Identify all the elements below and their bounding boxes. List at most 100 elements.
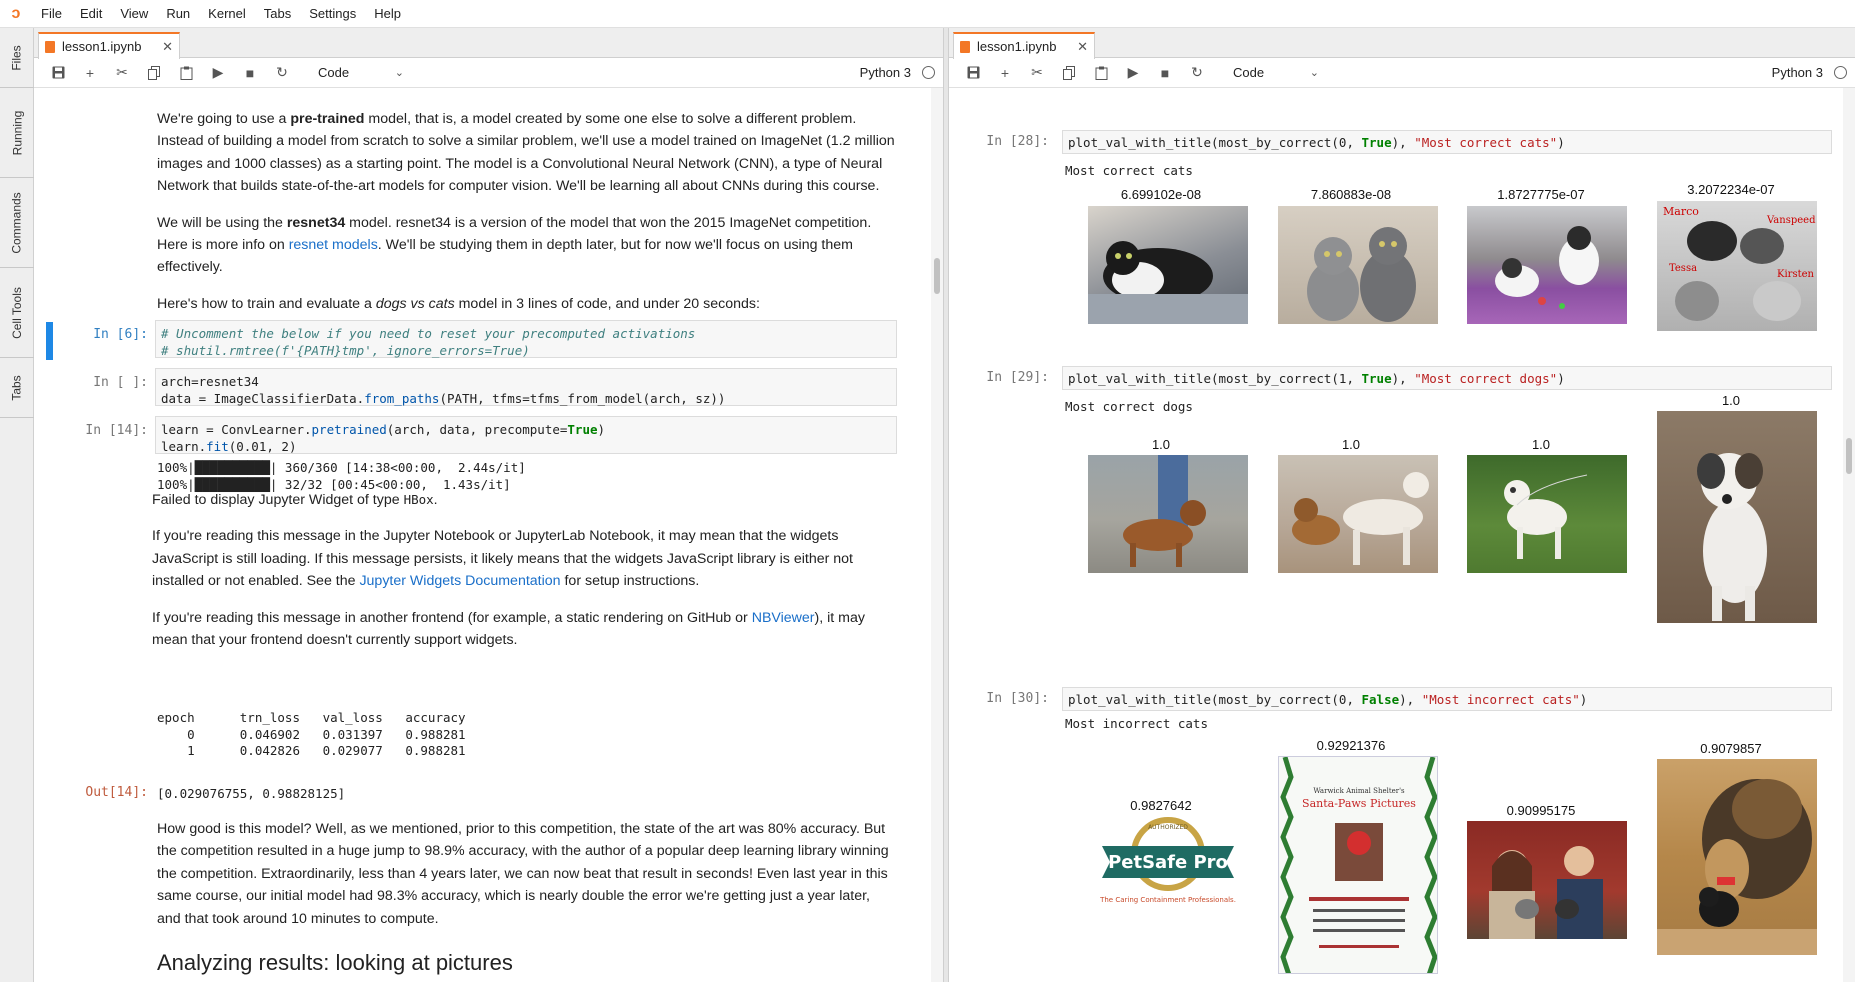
markdown-cell[interactable]: We're going to use a pre-trained model, … (157, 108, 897, 329)
notebook-content[interactable]: We're going to use a pre-trained model, … (34, 88, 931, 982)
chevron-down-icon: ⌄ (394, 67, 404, 79)
code-cell-input[interactable]: # Uncomment the below if you need to res… (155, 320, 897, 358)
save-icon[interactable] (42, 61, 74, 85)
scrollbar-thumb[interactable] (934, 258, 940, 294)
tab-bar: lesson1.ipynb ✕ (34, 28, 943, 59)
code-text: learn = ConvLearner. (161, 422, 312, 437)
kernel-idle-icon (922, 66, 935, 79)
stop-icon[interactable]: ■ (234, 61, 266, 85)
code-cell-input[interactable]: plot_val_with_title(most_by_correct(1, T… (1062, 366, 1832, 390)
code-text: plot_val_with_title(most_by_correct(0, (1068, 692, 1362, 707)
add-cell-icon[interactable]: + (74, 61, 106, 85)
dog-image (1088, 455, 1248, 573)
run-icon[interactable]: ▶ (1117, 61, 1149, 85)
menu-kernel[interactable]: Kernel (199, 0, 255, 28)
code-line: arch=resnet34 (161, 374, 259, 389)
notebook-content[interactable]: In [28]: plot_val_with_title(most_by_cor… (949, 88, 1843, 982)
text: We will be using the (157, 214, 287, 231)
output-value: [0.029076755, 0.98828125] (157, 786, 346, 801)
code-cell-input[interactable]: plot_val_with_title(most_by_correct(0, F… (1062, 687, 1832, 711)
cut-icon[interactable]: ✂ (1021, 61, 1053, 85)
scrollbar[interactable] (1843, 88, 1855, 982)
stop-icon[interactable]: ■ (1149, 61, 1181, 85)
kernel-name[interactable]: Python 3 (1772, 58, 1823, 88)
code-text: ) (1557, 135, 1565, 150)
paragraph: Here's how to train and evaluate a dogs … (157, 293, 897, 315)
petsafe-ring-text: AUTHORIZED (1148, 824, 1188, 831)
score-label: 1.0 (1531, 437, 1551, 452)
score-label: 7.860883e-08 (1310, 187, 1392, 202)
restart-icon[interactable]: ↻ (1181, 61, 1213, 85)
code-cell-input[interactable]: plot_val_with_title(most_by_correct(0, T… (1062, 130, 1832, 154)
save-icon[interactable] (957, 61, 989, 85)
sidebar-tab-running[interactable]: Running (0, 88, 34, 178)
tab-lesson1-left[interactable]: lesson1.ipynb ✕ (38, 32, 180, 59)
code-cell-input[interactable]: arch=resnet34 data = ImageClassifierData… (155, 368, 897, 406)
restart-icon[interactable]: ↻ (266, 61, 298, 85)
dog-image (1278, 455, 1438, 573)
jupyter-logo-icon: ↄ (11, 4, 21, 22)
sidebar-tab-tabs[interactable]: Tabs (0, 358, 34, 418)
left-sidebar: Files Running Commands Cell Tools Tabs (0, 28, 34, 982)
menubar: ↄ File Edit View Run Kernel Tabs Setting… (0, 0, 1855, 28)
output-prompt: Out[14]: (85, 785, 148, 800)
code-function: pretrained (311, 422, 387, 437)
code-comment: # Uncomment the below if you need to res… (161, 326, 696, 341)
menu-file[interactable]: File (32, 0, 71, 28)
code-text: (arch, data, precompute= (386, 422, 568, 437)
run-icon[interactable]: ▶ (202, 61, 234, 85)
scrollbar-thumb[interactable] (1846, 438, 1852, 474)
progress-output: 100%|██████████| 360/360 [14:38<00:00, 2… (157, 459, 526, 493)
flyer-org: Warwick Animal Shelter's (1313, 787, 1405, 795)
code-cell-input[interactable]: learn = ConvLearner.pretrained(arch, dat… (155, 416, 897, 454)
menu-run[interactable]: Run (157, 0, 199, 28)
code-text: ) (1557, 371, 1565, 386)
markdown-cell[interactable]: How good is this model? Well, as we ment… (157, 818, 897, 944)
sidebar-tab-label: Running (10, 110, 25, 155)
code-keyword: True (1361, 135, 1392, 150)
menu-edit[interactable]: Edit (71, 0, 111, 28)
cat-image (1088, 206, 1248, 324)
active-cell-indicator (46, 322, 53, 360)
score-label: 6.699102e-08 (1120, 187, 1202, 202)
widget-message: Failed to display Jupyter Widget of type… (152, 489, 902, 665)
paste-icon[interactable] (170, 61, 202, 85)
notebook-panel-left: lesson1.ipynb ✕ + ✂ ▶ ■ ↻ Code ⌄ Python … (34, 28, 944, 982)
cut-icon[interactable]: ✂ (106, 61, 138, 85)
resnet-models-link[interactable]: resnet models (289, 237, 378, 253)
nbviewer-link[interactable]: NBViewer (752, 610, 815, 626)
code-keyword: True (567, 422, 598, 437)
tab-lesson1-right[interactable]: lesson1.ipynb ✕ (953, 32, 1095, 59)
close-icon[interactable]: ✕ (162, 39, 173, 55)
kernel-name[interactable]: Python 3 (860, 58, 911, 88)
menu-help[interactable]: Help (365, 0, 410, 28)
scrollbar[interactable] (931, 88, 943, 982)
dog-and-kitten-image (1657, 759, 1817, 955)
code-keyword: False (1361, 692, 1400, 707)
sidebar-tab-commands[interactable]: Commands (0, 178, 34, 268)
cell-type-select[interactable]: Code ⌄ (1227, 62, 1325, 84)
cell-type-value: Code (318, 65, 350, 80)
menu-view[interactable]: View (111, 0, 157, 28)
code-text: data = ImageClassifierData. (161, 391, 365, 406)
sidebar-tab-files[interactable]: Files (0, 28, 34, 88)
cell-type-select[interactable]: Code ⌄ (312, 62, 410, 84)
close-icon[interactable]: ✕ (1077, 39, 1088, 55)
jupyter-widgets-docs-link[interactable]: Jupyter Widgets Documentation (359, 573, 560, 589)
code-function: from_paths (364, 391, 440, 406)
code-text: plot_val_with_title(most_by_correct(1, (1068, 371, 1362, 386)
section-heading: Analyzing results: looking at pictures (157, 950, 513, 975)
menu-settings[interactable]: Settings (300, 0, 365, 28)
add-cell-icon[interactable]: + (989, 61, 1021, 85)
sidebar-tab-label: Commands (10, 191, 25, 254)
input-prompt: In [28]: (986, 134, 1049, 149)
paste-icon[interactable] (1085, 61, 1117, 85)
copy-icon[interactable] (138, 61, 170, 85)
dog-image (1657, 411, 1817, 623)
copy-icon[interactable] (1053, 61, 1085, 85)
text: If you're reading this message in anothe… (152, 609, 752, 626)
sidebar-tab-cell-tools[interactable]: Cell Tools (0, 268, 34, 358)
menu-tabs[interactable]: Tabs (255, 0, 300, 28)
output-title: Most incorrect cats (1065, 716, 1208, 731)
tab-title: lesson1.ipynb (977, 39, 1057, 54)
